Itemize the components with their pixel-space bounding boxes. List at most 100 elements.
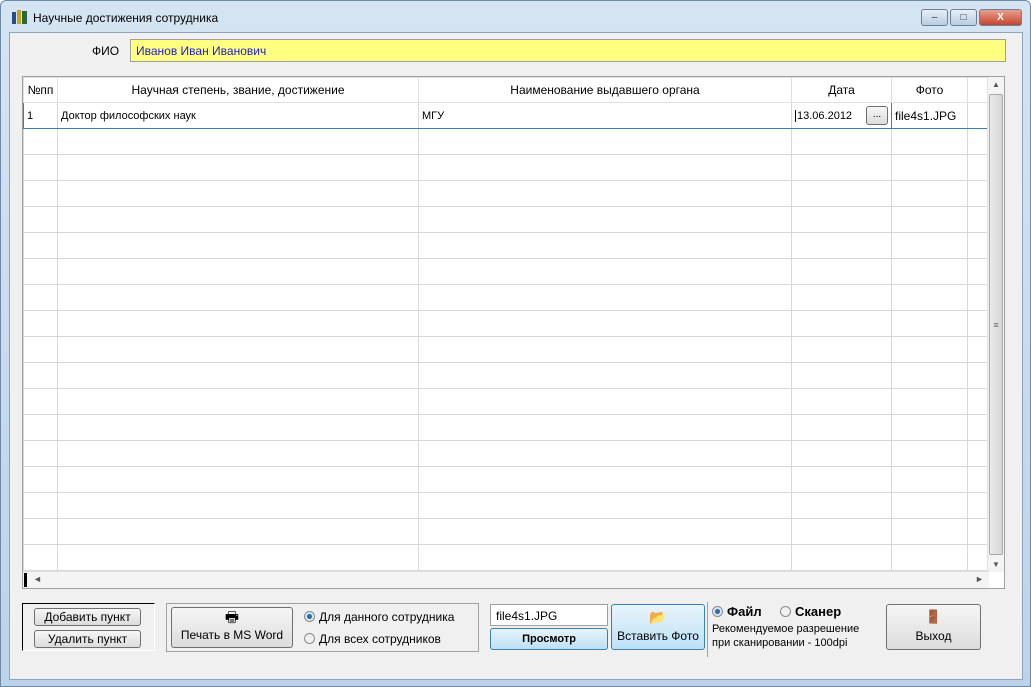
empty-cell[interactable] [23, 154, 58, 181]
empty-cell[interactable] [891, 492, 968, 519]
empty-cell[interactable] [57, 128, 419, 155]
empty-cell[interactable] [891, 518, 968, 545]
empty-cell[interactable] [791, 284, 892, 311]
empty-cell[interactable] [891, 154, 968, 181]
empty-cell[interactable] [23, 336, 58, 363]
empty-cell[interactable] [23, 284, 58, 311]
col-photo[interactable]: Фото [891, 77, 968, 103]
empty-cell[interactable] [57, 544, 419, 571]
empty-cell[interactable] [791, 336, 892, 363]
empty-cell[interactable] [418, 492, 792, 519]
empty-cell[interactable] [57, 492, 419, 519]
scroll-up-icon[interactable]: ▲ [988, 77, 1004, 92]
empty-cell[interactable] [891, 336, 968, 363]
empty-cell[interactable] [23, 180, 58, 207]
table-row-empty[interactable] [23, 180, 989, 207]
scroll-right-icon[interactable]: ► [975, 574, 984, 584]
scroll-left-icon[interactable]: ◄ [33, 574, 42, 584]
empty-cell[interactable] [57, 154, 419, 181]
insert-photo-button[interactable]: 📂 Вставить Фото [611, 604, 705, 650]
empty-cell[interactable] [57, 206, 419, 233]
empty-cell[interactable] [418, 154, 792, 181]
empty-cell[interactable] [23, 258, 58, 285]
empty-cell[interactable] [57, 180, 419, 207]
empty-cell[interactable] [57, 466, 419, 493]
empty-cell[interactable] [791, 544, 892, 571]
empty-cell[interactable] [418, 284, 792, 311]
empty-cell[interactable] [57, 310, 419, 337]
empty-cell[interactable] [791, 154, 892, 181]
empty-cell[interactable] [967, 466, 989, 493]
empty-cell[interactable] [967, 310, 989, 337]
empty-cell[interactable] [791, 466, 892, 493]
empty-cell[interactable] [791, 362, 892, 389]
empty-cell[interactable] [791, 258, 892, 285]
print-word-button[interactable]: 🖶 Печать в MS Word [171, 607, 293, 648]
empty-cell[interactable] [57, 414, 419, 441]
empty-cell[interactable] [791, 206, 892, 233]
empty-cell[interactable] [418, 258, 792, 285]
minimize-button[interactable]: – [921, 9, 948, 26]
empty-cell[interactable] [967, 128, 989, 155]
table-row-empty[interactable] [23, 518, 989, 545]
horizontal-scrollbar[interactable]: ◄ ► [23, 571, 989, 588]
table-row-empty[interactable] [23, 440, 989, 467]
empty-cell[interactable] [791, 440, 892, 467]
delete-item-button[interactable]: Удалить пункт [34, 630, 141, 648]
empty-cell[interactable] [891, 544, 968, 571]
date-picker-button[interactable]: ... [866, 106, 888, 125]
cell-photo[interactable]: file4s1.JPG [891, 102, 968, 129]
empty-cell[interactable] [967, 492, 989, 519]
empty-cell[interactable] [23, 414, 58, 441]
exit-button[interactable]: 🚪 Выход [886, 604, 981, 650]
empty-cell[interactable] [418, 388, 792, 415]
empty-cell[interactable] [23, 440, 58, 467]
empty-cell[interactable] [418, 336, 792, 363]
date-input[interactable]: 13.06.2012 [795, 109, 853, 122]
empty-cell[interactable] [891, 180, 968, 207]
radio-scanner[interactable]: Сканер [780, 604, 841, 619]
table-row-empty[interactable] [23, 388, 989, 415]
scroll-thumb[interactable]: ≡ [989, 94, 1003, 555]
table-row-empty[interactable] [23, 284, 989, 311]
empty-cell[interactable] [891, 466, 968, 493]
empty-cell[interactable] [23, 388, 58, 415]
empty-cell[interactable] [418, 206, 792, 233]
empty-cell[interactable] [57, 362, 419, 389]
empty-cell[interactable] [967, 180, 989, 207]
empty-cell[interactable] [23, 492, 58, 519]
table-row-empty[interactable] [23, 492, 989, 519]
empty-cell[interactable] [967, 544, 989, 571]
empty-cell[interactable] [967, 518, 989, 545]
table-row-empty[interactable] [23, 154, 989, 181]
table-row-empty[interactable] [23, 232, 989, 259]
empty-cell[interactable] [57, 284, 419, 311]
empty-cell[interactable] [418, 310, 792, 337]
empty-cell[interactable] [418, 518, 792, 545]
empty-cell[interactable] [891, 232, 968, 259]
col-issuer[interactable]: Наименование выдавшего органа [418, 77, 792, 103]
empty-cell[interactable] [23, 544, 58, 571]
col-number[interactable]: №пп [23, 77, 58, 103]
radio-file[interactable]: Файл [712, 604, 762, 619]
maximize-button[interactable]: □ [950, 9, 977, 26]
empty-cell[interactable] [23, 362, 58, 389]
empty-cell[interactable] [23, 518, 58, 545]
fio-field[interactable]: Иванов Иван Иванович [130, 39, 1006, 62]
empty-cell[interactable] [891, 388, 968, 415]
cell-number[interactable]: 1 [23, 102, 58, 129]
empty-cell[interactable] [57, 336, 419, 363]
table-row-empty[interactable] [23, 128, 989, 155]
table-row-empty[interactable] [23, 310, 989, 337]
empty-cell[interactable] [791, 128, 892, 155]
empty-cell[interactable] [57, 388, 419, 415]
empty-cell[interactable] [418, 440, 792, 467]
table-row-empty[interactable] [23, 544, 989, 571]
empty-cell[interactable] [57, 440, 419, 467]
empty-cell[interactable] [891, 440, 968, 467]
empty-cell[interactable] [791, 310, 892, 337]
empty-cell[interactable] [791, 518, 892, 545]
empty-cell[interactable] [891, 206, 968, 233]
table-row-empty[interactable] [23, 206, 989, 233]
scroll-down-icon[interactable]: ▼ [988, 557, 1004, 572]
